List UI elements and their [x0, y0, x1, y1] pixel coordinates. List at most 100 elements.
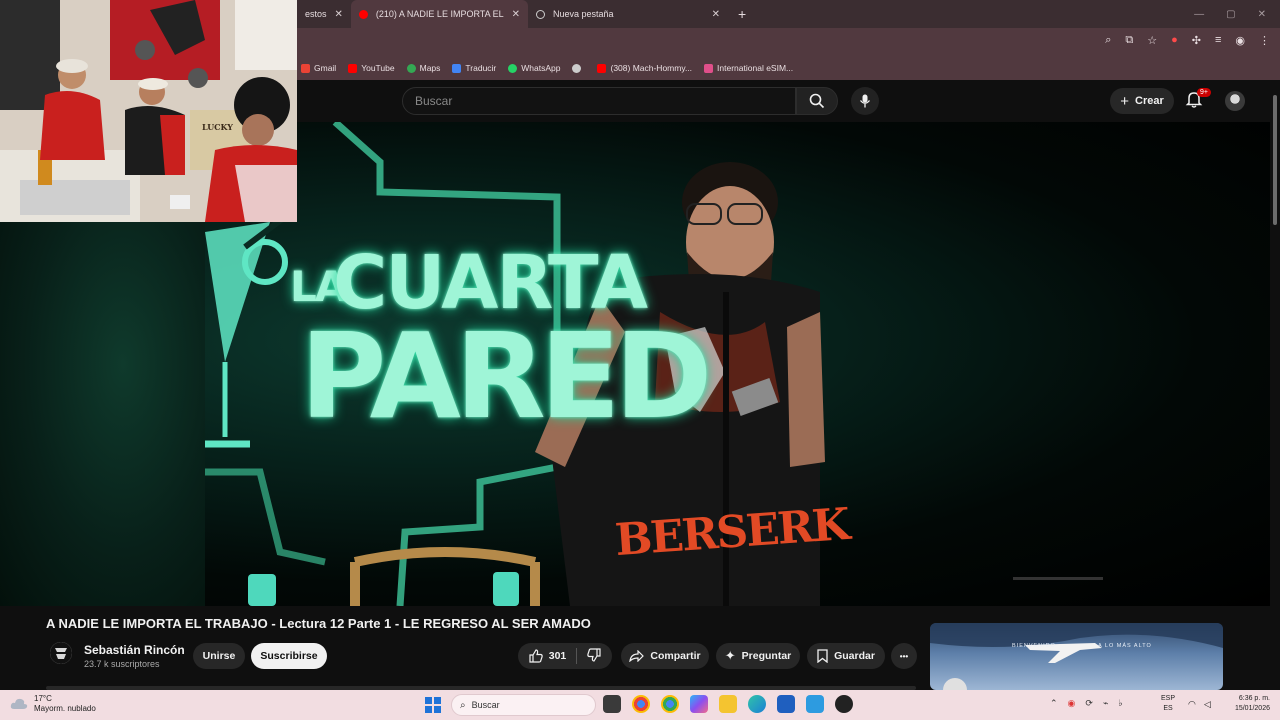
like-count: 301 — [548, 650, 567, 662]
tab-title: estos — [305, 9, 327, 19]
notifications-button[interactable]: 9+ — [1185, 88, 1211, 112]
bookmark-label: YouTube — [361, 63, 395, 73]
windows-start-button[interactable] — [425, 697, 441, 713]
chrome-icon[interactable] — [632, 695, 650, 713]
menu-kebab-icon[interactable]: ⋮ — [1259, 34, 1270, 47]
taskbar-clock[interactable]: 6:36 p. m. 15/01/2026 — [1222, 694, 1270, 714]
keyboard-layout: ES — [1163, 705, 1173, 712]
channel-avatar[interactable] — [50, 642, 72, 664]
chevron-up-icon[interactable]: ⌃ — [1050, 698, 1058, 709]
tab-title: (210) A NADIE LE IMPORTA EL — [375, 9, 504, 19]
search-icon: ⌕ — [460, 699, 466, 711]
store-icon[interactable] — [777, 695, 795, 713]
media-app-icon[interactable] — [835, 695, 853, 713]
bookmark-maps[interactable]: Maps — [406, 63, 441, 73]
search-button[interactable] — [796, 87, 838, 115]
wifi-icon: ◠ — [1188, 699, 1196, 709]
tab-title: Nueva pestaña — [553, 9, 614, 19]
tab-strip: estos ✕ (210) A NADIE LE IMPORTA EL ✕ Nu… — [297, 0, 1280, 28]
minimize-icon[interactable]: — — [1194, 9, 1204, 20]
create-button[interactable]: + Crear — [1110, 88, 1174, 114]
tab-estos[interactable]: estos ✕ — [297, 0, 351, 28]
search-icon — [809, 93, 825, 109]
page-scrollbar-thumb[interactable] — [1273, 95, 1277, 225]
microphone-icon — [859, 94, 871, 108]
bookmark-esim[interactable]: International eSIM... — [704, 63, 793, 73]
system-tray: ⌃ ◉ ⟳ ⌁ ♭ — [1050, 698, 1123, 709]
reading-list-icon[interactable]: ≡ — [1215, 34, 1221, 47]
tab-new-tab[interactable]: Nueva pestaña ✕ — [528, 0, 728, 28]
share-label: Compartir — [650, 650, 701, 662]
task-view-icon[interactable] — [603, 695, 621, 713]
taskbar-search-placeholder: Buscar — [471, 700, 500, 710]
bookmark-label: (308) Mach-Hommy... — [610, 63, 693, 73]
bookmark-label: WhatsApp — [521, 63, 561, 73]
clock-date: 15/01/2026 — [1234, 705, 1270, 712]
bookmark-mach-hommy[interactable]: (308) Mach-Hommy... — [597, 63, 692, 73]
edge-icon[interactable] — [748, 695, 766, 713]
chrome-profile-icon[interactable] — [661, 695, 679, 713]
voice-search-button[interactable] — [851, 87, 879, 115]
install-app-icon[interactable]: ⧉ — [1125, 34, 1133, 47]
weather-widget[interactable]: 17°C Mayorm. nublado — [10, 694, 96, 714]
profile-avatar-icon[interactable]: ◉ — [1235, 34, 1245, 47]
thumbs-down-icon — [587, 647, 601, 662]
tray-usb-icon[interactable]: ⌁ — [1103, 698, 1108, 709]
tray-app-icon[interactable]: ◉ — [1068, 698, 1076, 709]
extension-badge-icon[interactable]: ● — [1171, 34, 1178, 47]
create-label: Crear — [1135, 95, 1164, 107]
recommended-thumbnail-image — [930, 623, 1223, 690]
new-tab-button[interactable]: + — [738, 6, 746, 22]
maximize-icon[interactable]: ▢ — [1226, 9, 1235, 20]
channel-name[interactable]: Sebastián Rincón — [84, 643, 185, 657]
save-button[interactable]: Guardar — [807, 643, 885, 669]
bookmark-label: Gmail — [314, 63, 337, 73]
bookmark-unnamed[interactable] — [572, 63, 585, 73]
bookmark-translate[interactable]: Traducir — [452, 63, 496, 73]
save-label: Guardar — [834, 650, 875, 662]
help-icon[interactable] — [806, 695, 824, 713]
recommended-text-left: BIENVENIDO — [1012, 643, 1056, 649]
recommended-text-right: A LO MÁS ALTO — [1098, 643, 1152, 649]
more-actions-button[interactable]: ••• — [891, 643, 917, 669]
ask-button[interactable]: ✦ Preguntar — [716, 643, 800, 669]
sparkle-icon: ✦ — [724, 648, 736, 663]
search-input[interactable]: Buscar — [402, 87, 796, 115]
youtube-header: Buscar + Crear 9+ — [297, 80, 1280, 122]
dislike-button[interactable] — [587, 647, 601, 665]
extensions-puzzle-icon[interactable]: ✣ — [1192, 34, 1201, 47]
bookmark-star-icon[interactable]: ☆ — [1147, 34, 1157, 47]
screen: LA CUARTA PARED BERSERK LUCKY estos ✕ (2… — [0, 0, 1280, 720]
like-button[interactable]: 301 — [529, 649, 567, 663]
tray-mic-icon[interactable]: ♭ — [1118, 698, 1122, 709]
copilot-icon[interactable] — [690, 695, 708, 713]
subscribe-label: Suscribirse — [260, 650, 318, 662]
taskbar-search-box[interactable]: ⌕ Buscar — [451, 694, 596, 716]
toolbar-icons: ⌕ ⧉ ☆ ● ✣ ≡ ◉ ⋮ — [1105, 34, 1270, 47]
globe-icon — [536, 9, 546, 19]
close-icon[interactable]: ✕ — [512, 9, 520, 20]
windows-logo-icon — [434, 697, 441, 704]
close-icon[interactable]: ✕ — [335, 9, 343, 20]
youtube-icon — [348, 63, 358, 73]
quick-settings[interactable]: ◠ ◁ — [1188, 699, 1211, 710]
zoom-icon[interactable]: ⌕ — [1105, 34, 1111, 47]
account-avatar[interactable] — [1225, 91, 1245, 111]
close-window-icon[interactable]: ✕ — [1258, 9, 1266, 20]
bookmark-youtube[interactable]: YouTube — [348, 63, 395, 73]
subscribe-button[interactable]: Suscribirse — [251, 643, 327, 669]
join-button[interactable]: Unirse — [193, 643, 245, 669]
bookmark-whatsapp[interactable]: WhatsApp — [508, 63, 560, 73]
share-button[interactable]: Compartir — [621, 643, 709, 669]
bookmark-gmail[interactable]: Gmail — [301, 63, 336, 73]
tab-active-video[interactable]: (210) A NADIE LE IMPORTA EL ✕ — [350, 0, 529, 28]
bookmark-label: Maps — [419, 63, 441, 73]
close-icon[interactable]: ✕ — [712, 9, 720, 20]
recommended-video-thumbnail[interactable]: BIENVENIDO A LO MÁS ALTO — [930, 623, 1223, 690]
tray-sync-icon[interactable]: ⟳ — [1085, 698, 1093, 709]
file-explorer-icon[interactable] — [719, 695, 737, 713]
whatsapp-icon — [508, 63, 518, 73]
input-language-indicator[interactable]: ESP ES — [1161, 694, 1175, 714]
channel-logo-icon — [50, 642, 72, 664]
browser-toolbar: ⌕ ⧉ ☆ ● ✣ ≡ ◉ ⋮ — [297, 28, 1280, 56]
